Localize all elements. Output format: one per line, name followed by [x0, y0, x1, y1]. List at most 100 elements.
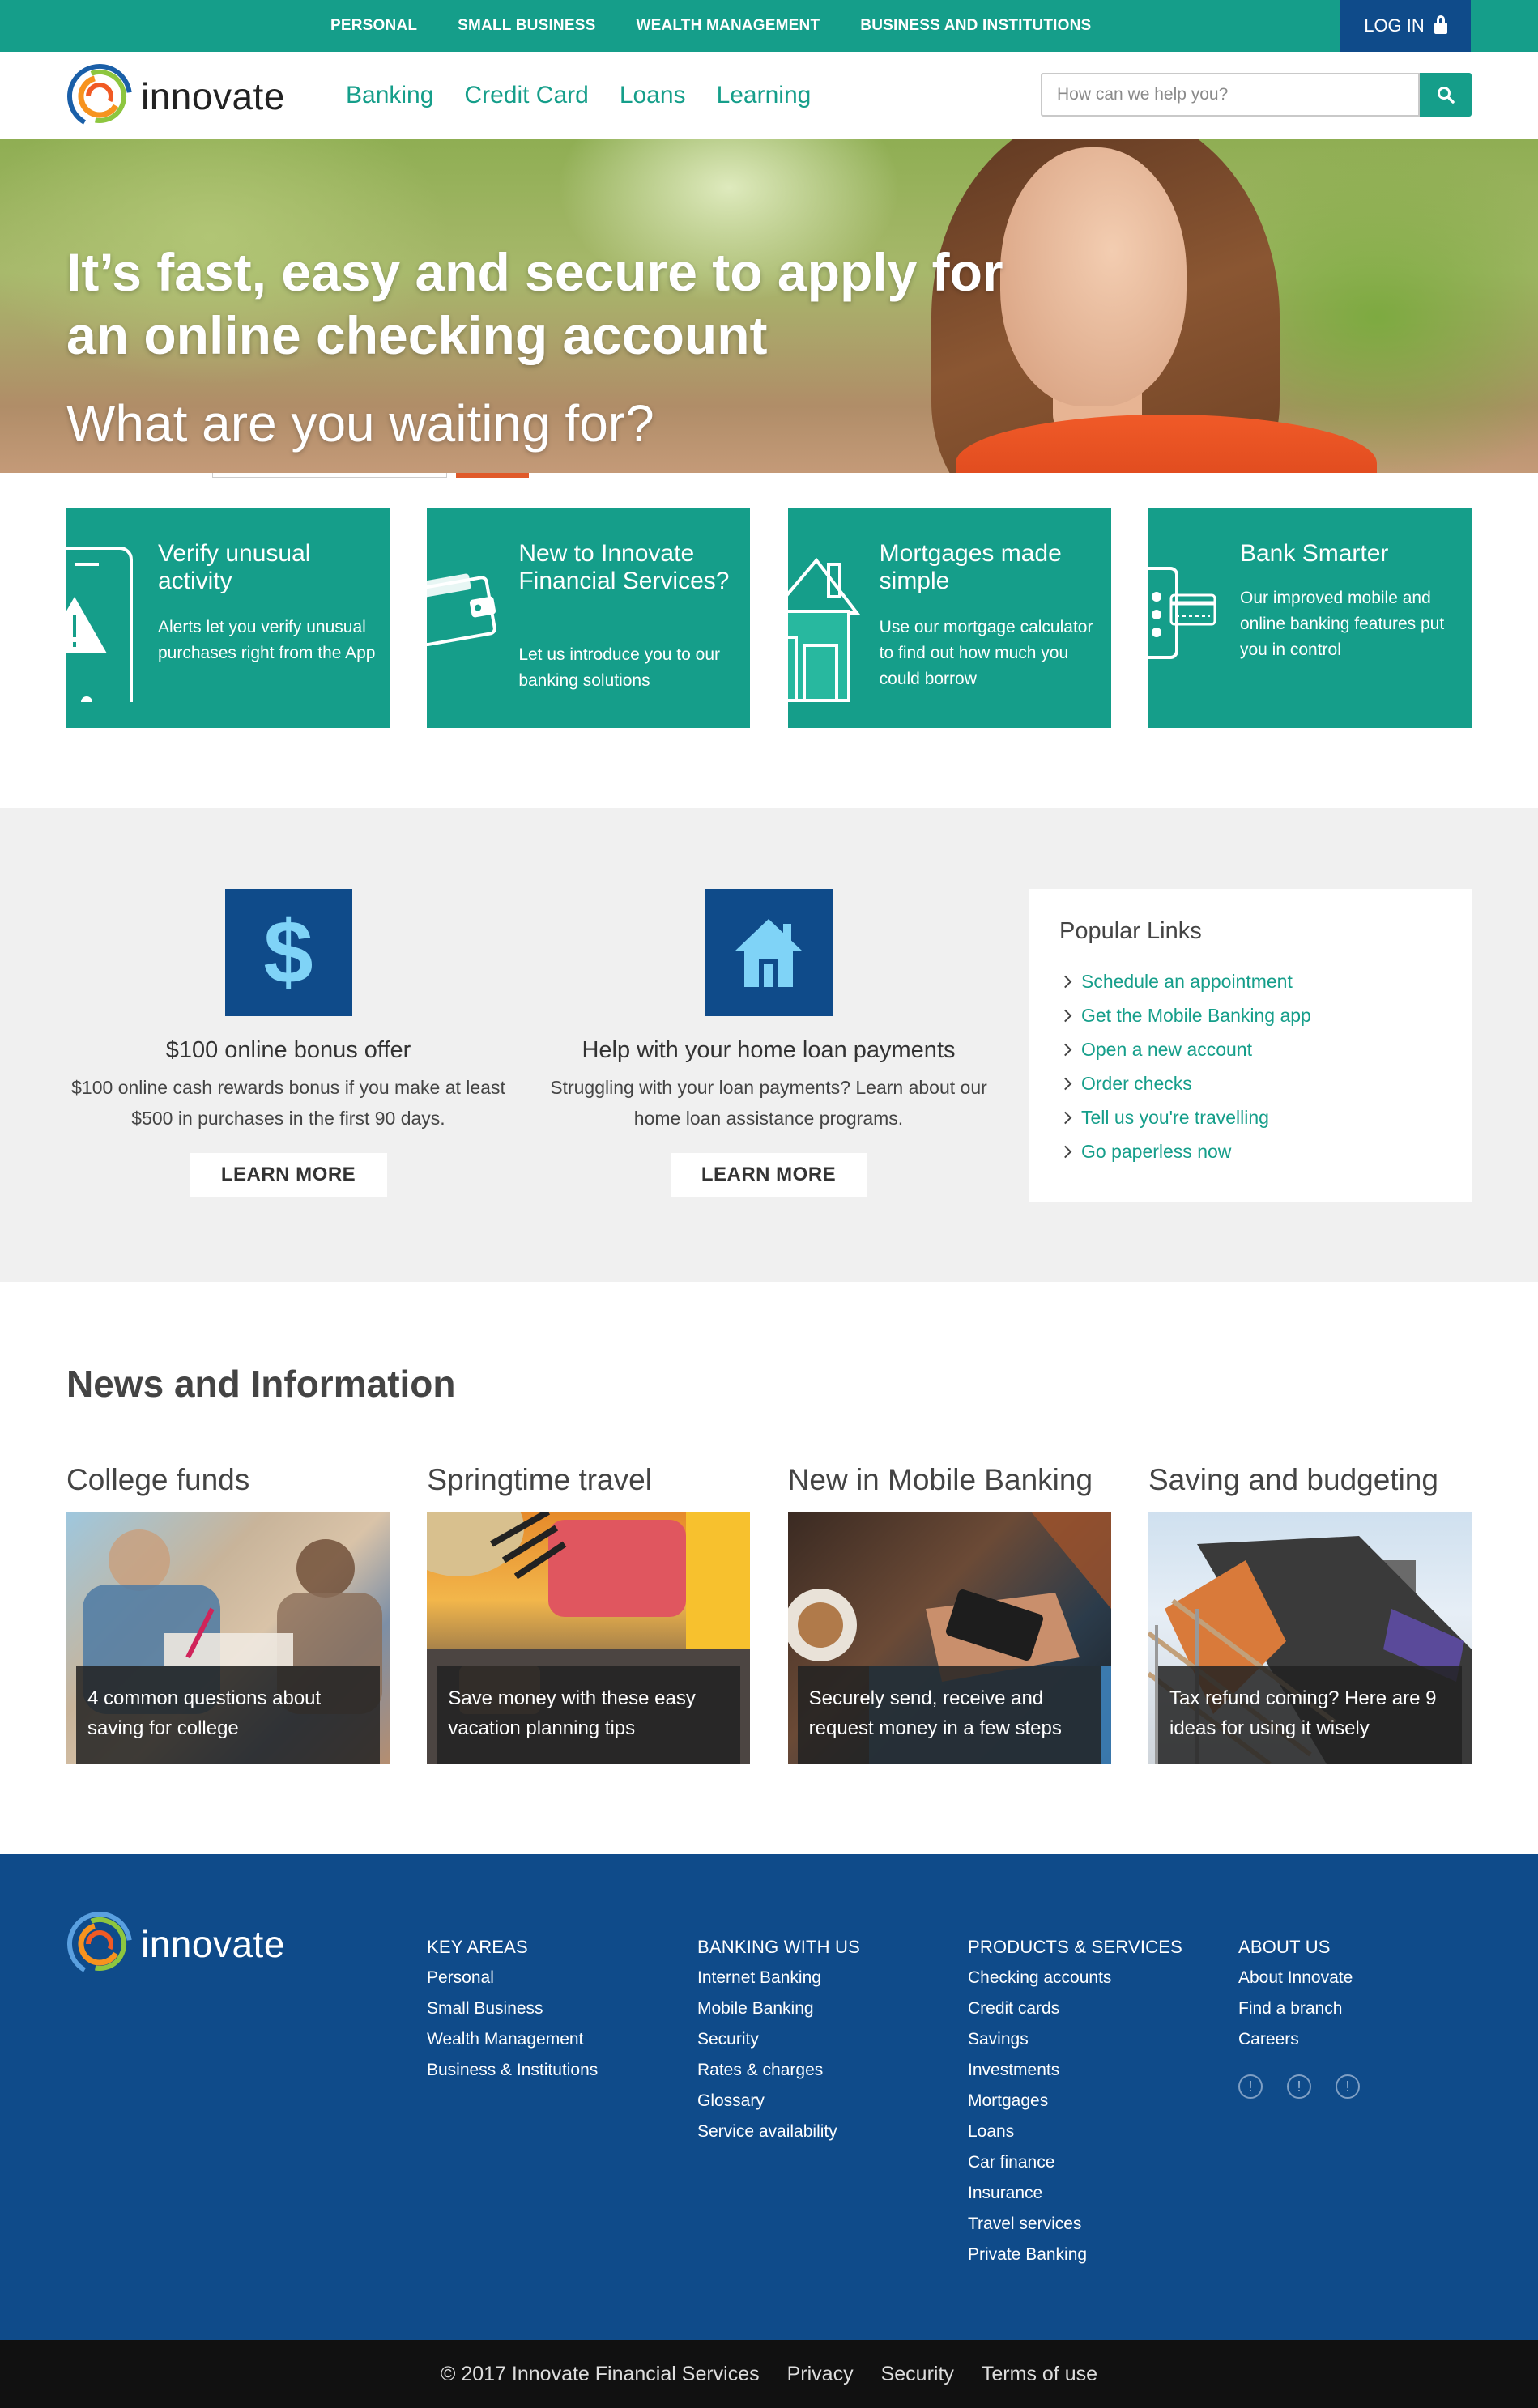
house-icon [787, 557, 860, 702]
footer-link[interactable]: Wealth Management [427, 2030, 583, 2049]
offer-title: $100 online bonus offer [165, 1037, 411, 1063]
hero-form-button-edge [456, 473, 529, 478]
news-card: College funds 4 common questions about s… [66, 1463, 390, 1764]
privacy-link[interactable]: Privacy [787, 2363, 854, 2385]
news-card: Saving and budgeting Tax refund coming? … [1148, 1463, 1472, 1764]
hero-subtitle: What are you waiting for? [66, 394, 654, 453]
news-card: New in Mobile Banking Securely send, rec… [787, 1463, 1111, 1764]
tile-verify-activity[interactable]: Verify unusual activity Alerts let you v… [66, 508, 390, 728]
tile-mortgages[interactable]: Mortgages made simple Use our mortgage c… [787, 508, 1111, 728]
popular-link[interactable]: Get the Mobile Banking app [1059, 998, 1441, 1032]
tile-text: Use our mortgage calculator to find out … [879, 618, 1093, 688]
nav-learning[interactable]: Learning [717, 82, 812, 109]
footer-link[interactable]: Security [697, 2030, 759, 2049]
news-card-image-travel[interactable]: Save money with these easy vacation plan… [427, 1512, 751, 1764]
footer-link[interactable]: About Innovate [1238, 1968, 1353, 1987]
footer-link[interactable]: Savings [968, 2030, 1029, 2049]
footer-link[interactable]: Business & Institutions [427, 2061, 598, 2079]
chevron-right-icon [1059, 1145, 1072, 1158]
learn-more-button[interactable]: LEARN MORE [670, 1153, 867, 1197]
footer-link[interactable]: Service availability [697, 2122, 837, 2141]
tile-title: Bank Smarter [1239, 540, 1389, 567]
footer-link[interactable]: Small Business [427, 1999, 543, 2018]
hero-title: It’s fast, easy and secure to apply for … [66, 242, 1003, 365]
main-header: innovate Banking Credit Card Loans Learn… [0, 52, 1538, 139]
tile-bank-smarter[interactable]: Bank Smarter Our improved mobile and onl… [1148, 508, 1472, 728]
footer-link[interactable]: Travel services [968, 2214, 1081, 2233]
news-card-image-mobile[interactable]: Securely send, receive and request money… [787, 1512, 1111, 1764]
brand-logo[interactable]: innovate [66, 63, 285, 130]
tile-new-to-innovate[interactable]: New to Innovate Financial Services? Let … [427, 508, 751, 728]
popular-link-label[interactable]: Schedule an appointment [1081, 964, 1293, 998]
footer-link[interactable]: Car finance [968, 2153, 1054, 2172]
nav-credit-card[interactable]: Credit Card [464, 82, 588, 109]
nav-banking[interactable]: Banking [346, 82, 433, 109]
news-card-heading: Saving and budgeting [1148, 1463, 1438, 1496]
news-card-caption: Securely send, receive and request money… [797, 1666, 1101, 1764]
footer-col-products: PRODUCTS & SERVICES Checking accounts Cr… [968, 1937, 1182, 2270]
popular-link[interactable]: Schedule an appointment [1059, 964, 1441, 998]
news-card-image-college[interactable]: 4 common questions about saving for coll… [66, 1512, 390, 1764]
segment-link-personal[interactable]: PERSONAL [330, 17, 417, 35]
footer-link[interactable]: Glossary [697, 2091, 765, 2110]
social-icon[interactable]: ! [1287, 2074, 1311, 2099]
popular-links-list: Schedule an appointment Get the Mobile B… [1059, 964, 1441, 1168]
footer-link[interactable]: Insurance [968, 2184, 1042, 2202]
terms-link[interactable]: Terms of use [982, 2363, 1097, 2385]
search-input[interactable] [1041, 73, 1420, 117]
footer-link[interactable]: Credit cards [968, 1999, 1059, 2018]
popular-link-label[interactable]: Go paperless now [1081, 1134, 1231, 1168]
footer-link[interactable]: Checking accounts [968, 1968, 1111, 1987]
footer-link[interactable]: Rates & charges [697, 2061, 823, 2079]
footer-col-about: ABOUT US About Innovate Find a branch Ca… [1238, 1937, 1384, 2099]
popular-link-label[interactable]: Open a new account [1081, 1032, 1252, 1066]
footer-link[interactable]: Careers [1238, 2030, 1299, 2049]
lock-icon [1434, 15, 1447, 34]
popular-link-label[interactable]: Tell us you're travelling [1081, 1100, 1269, 1134]
footer-link[interactable]: Internet Banking [697, 1968, 821, 1987]
news-section-title: News and Information [66, 1363, 456, 1405]
footer-link[interactable]: Loans [968, 2122, 1014, 2141]
popular-link-label[interactable]: Order checks [1081, 1066, 1192, 1100]
chevron-right-icon [1059, 1111, 1072, 1124]
footer-link[interactable]: Private Banking [968, 2245, 1087, 2264]
popular-link-label[interactable]: Get the Mobile Banking app [1081, 998, 1311, 1032]
popular-link[interactable]: Order checks [1059, 1066, 1441, 1100]
nav-loans[interactable]: Loans [620, 82, 686, 109]
chevron-right-icon [1059, 1077, 1072, 1090]
popular-link[interactable]: Go paperless now [1059, 1134, 1441, 1168]
social-icon[interactable]: ! [1336, 2074, 1360, 2099]
footer-brand-name: innovate [141, 1923, 285, 1965]
social-icon[interactable]: ! [1238, 2074, 1263, 2099]
popular-link[interactable]: Tell us you're travelling [1059, 1100, 1441, 1134]
login-button[interactable]: LOG IN [1340, 0, 1471, 52]
search-button[interactable] [1420, 73, 1472, 117]
main-nav: Banking Credit Card Loans Learning [346, 52, 841, 139]
tile-title: Verify unusual activity [158, 540, 311, 594]
footer-link[interactable]: Personal [427, 1968, 494, 1987]
chevron-right-icon [1059, 975, 1072, 988]
segment-link-business-institutions[interactable]: BUSINESS AND INSTITUTIONS [860, 17, 1091, 35]
news-card-image-saving[interactable]: Tax refund coming? Here are 9 ideas for … [1148, 1512, 1472, 1764]
segment-link-small-business[interactable]: SMALL BUSINESS [458, 17, 595, 35]
footer-link[interactable]: Mortgages [968, 2091, 1048, 2110]
footer-link[interactable]: Find a branch [1238, 1999, 1342, 2018]
news-card-caption: 4 common questions about saving for coll… [76, 1666, 380, 1764]
offer-icon-box: $ [224, 889, 352, 1016]
popular-links-panel: Popular Links Schedule an appointment Ge… [1029, 889, 1472, 1202]
security-link[interactable]: Security [881, 2363, 954, 2385]
tile-text: Alerts let you verify unusual purchases … [158, 618, 376, 662]
offer-bonus: $ $100 online bonus offer $100 online ca… [62, 889, 515, 1197]
chevron-right-icon [1059, 1009, 1072, 1022]
segment-link-wealth-management[interactable]: WEALTH MANAGEMENT [636, 17, 820, 35]
offer-text: Struggling with your loan payments? Lear… [550, 1077, 987, 1129]
learn-more-button[interactable]: LEARN MORE [190, 1153, 387, 1197]
news-card-heading: New in Mobile Banking [787, 1463, 1093, 1496]
top-utility-bar: PERSONAL SMALL BUSINESS WEALTH MANAGEMEN… [0, 0, 1538, 52]
popular-link[interactable]: Open a new account [1059, 1032, 1441, 1066]
footer-link[interactable]: Investments [968, 2061, 1059, 2079]
dollar-icon: $ [263, 908, 313, 998]
footer-logo[interactable]: innovate [66, 1911, 285, 1977]
news-card-caption: Tax refund coming? Here are 9 ideas for … [1157, 1666, 1462, 1764]
footer-link[interactable]: Mobile Banking [697, 1999, 814, 2018]
